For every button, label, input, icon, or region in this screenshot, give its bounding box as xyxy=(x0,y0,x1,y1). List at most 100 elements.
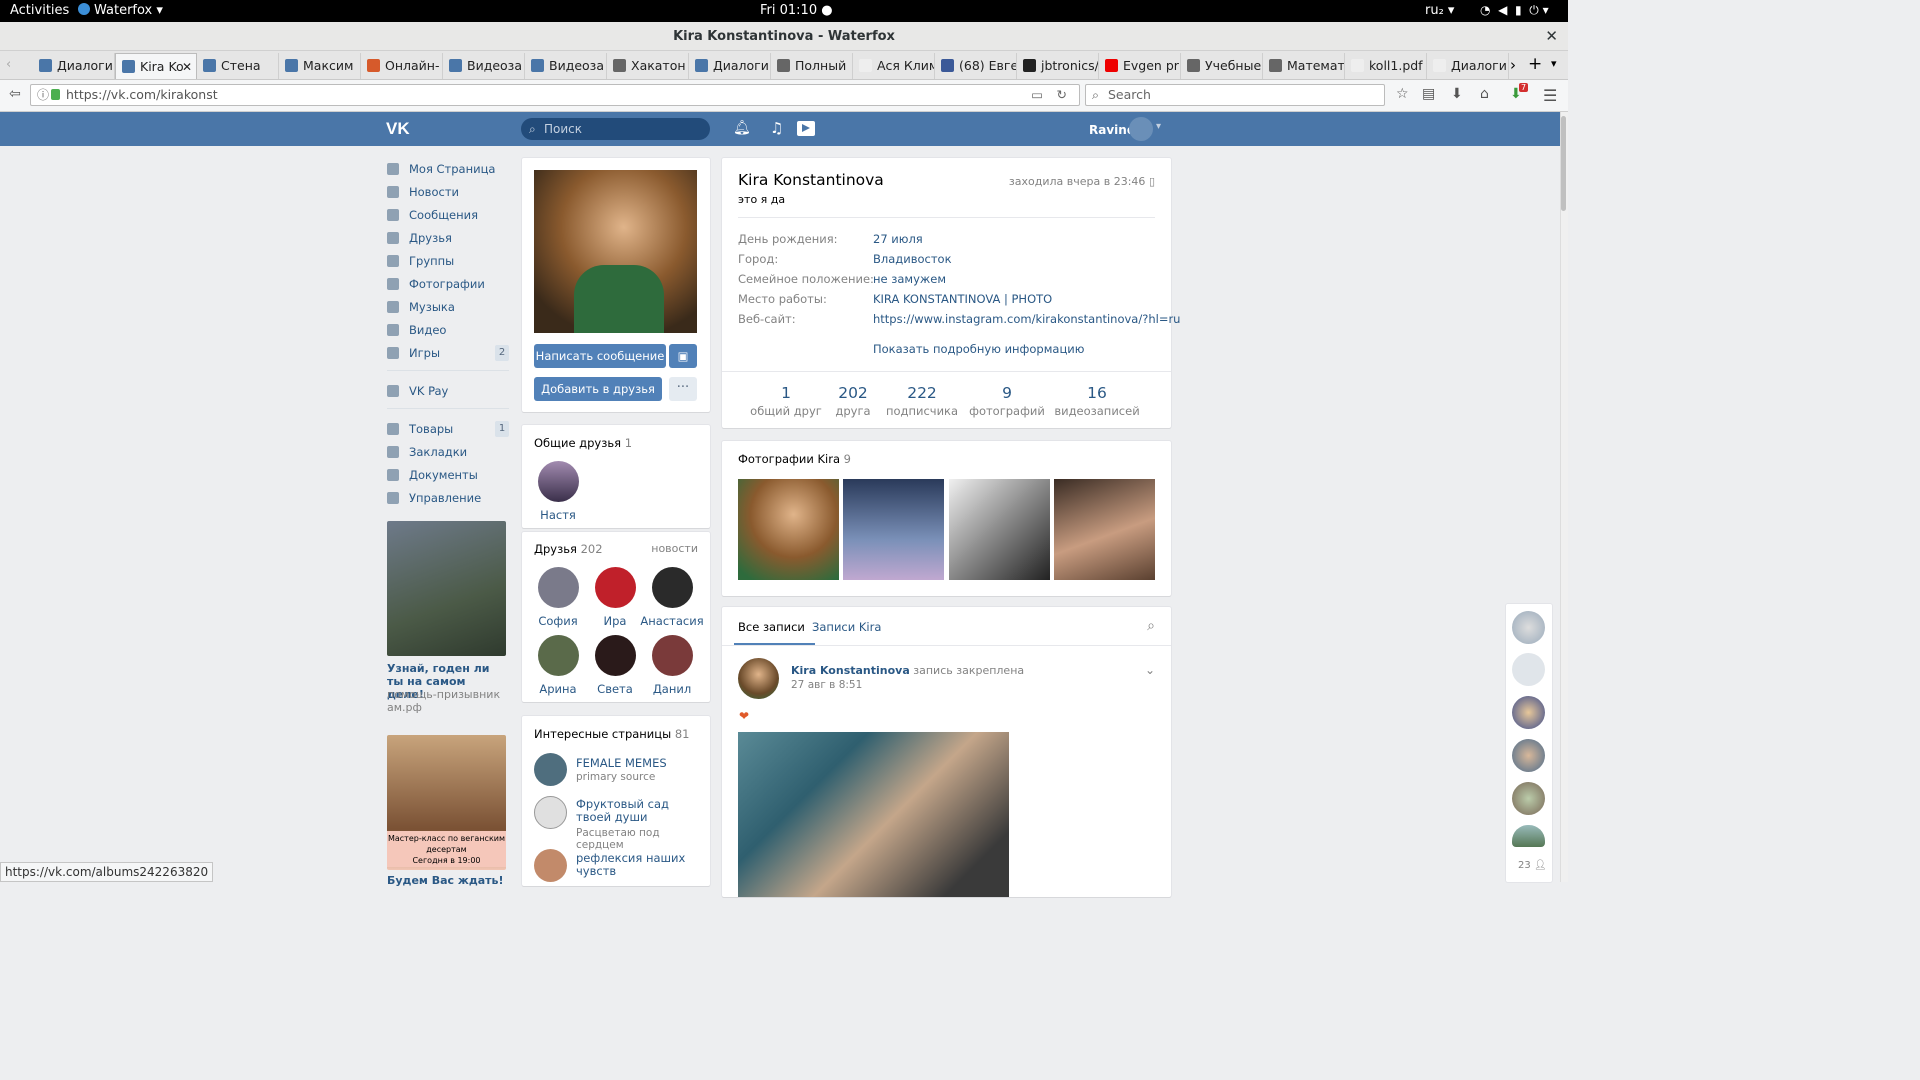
profile-field-value[interactable]: KIRA KONSTANTINOVA | PHOTO xyxy=(873,292,1052,306)
counter-label[interactable]: фотографий xyxy=(957,404,1057,418)
sidebar-item[interactable]: Управление xyxy=(387,487,509,509)
friend-name-nastya[interactable]: Настя xyxy=(523,508,593,522)
music-icon[interactable]: ♫ xyxy=(770,119,783,137)
app-menu[interactable]: Waterfox ▾ xyxy=(78,3,163,18)
ad-image-desserts[interactable]: Мастер-класс по веганским десертам Сегод… xyxy=(387,735,506,870)
interesting-title[interactable]: Интересные страницы xyxy=(534,727,671,741)
send-message-button[interactable]: Написать сообщение xyxy=(534,344,666,368)
system-tray[interactable]: ◔ ◀ ▮ ⏻ ▾ xyxy=(1480,3,1549,18)
chat-avatar-4[interactable] xyxy=(1512,739,1545,772)
tab-all-posts[interactable]: Все записи xyxy=(738,620,805,634)
profile-field-value[interactable]: не замужем xyxy=(873,272,946,286)
friend-avatar[interactable] xyxy=(538,567,579,608)
sidebar-item[interactable]: Друзья xyxy=(387,227,509,249)
page-name-fruit-garden[interactable]: Фруктовый сад твоей души xyxy=(576,798,701,824)
vk-user-avatar[interactable] xyxy=(1129,117,1153,141)
friend-avatar[interactable] xyxy=(595,635,636,676)
page-scrollbar[interactable] xyxy=(1560,112,1568,882)
tab-close-icon[interactable]: ✕ xyxy=(182,54,192,79)
page-avatar-fruit-garden[interactable] xyxy=(534,796,567,829)
friend-avatar[interactable] xyxy=(595,567,636,608)
more-actions-button[interactable]: ··· xyxy=(669,377,697,401)
page-name-female-memes[interactable]: FEMALE MEMES xyxy=(576,756,701,770)
vk-logo[interactable]: VK xyxy=(386,119,414,139)
post-date[interactable]: 27 авг в 8:51 xyxy=(791,679,862,691)
menu-hamburger-icon[interactable]: ☰ xyxy=(1543,86,1557,105)
downloads-icon[interactable]: ⬇ xyxy=(1451,86,1463,102)
browser-tab[interactable]: Ася Климан xyxy=(853,53,935,79)
browser-tab[interactable]: Kira Ko ✕ xyxy=(115,53,197,79)
sidebar-item[interactable]: Сообщения xyxy=(387,204,509,226)
profile-photo[interactable] xyxy=(534,170,697,333)
sidebar-item[interactable]: Закладки xyxy=(387,441,509,463)
chat-avatar-3[interactable] xyxy=(1512,696,1545,729)
post-author-name[interactable]: Kira Konstantinova xyxy=(791,664,910,677)
sidebar-item[interactable]: Моя Страница xyxy=(387,158,509,180)
activities-button[interactable]: Activities xyxy=(10,3,69,18)
profile-field-value[interactable]: Владивосток xyxy=(873,252,952,266)
browser-tab[interactable]: Учебные xyxy=(1181,53,1263,79)
chat-avatar-1[interactable] xyxy=(1512,611,1545,644)
profile-field-value[interactable]: https://www.instagram.com/kirakonstantin… xyxy=(873,312,1180,326)
browser-tab[interactable]: (68) Евге xyxy=(935,53,1017,79)
home-icon[interactable]: ⌂ xyxy=(1480,86,1489,102)
browser-tab[interactable]: Видеоза xyxy=(443,53,525,79)
photo-thumb-2[interactable] xyxy=(843,479,944,580)
sidebar-item[interactable]: Товары 1 xyxy=(387,418,509,440)
reload-icon[interactable]: ↻ xyxy=(1057,85,1067,105)
browser-tab[interactable]: Стена xyxy=(197,53,279,79)
back-icon[interactable]: ⇦ xyxy=(9,86,21,102)
library-icon[interactable]: ▤ xyxy=(1422,86,1435,102)
friend-avatar-nastya[interactable] xyxy=(538,461,579,502)
ad-image-soldier[interactable] xyxy=(387,521,506,656)
browser-tab[interactable]: Хакатон xyxy=(607,53,689,79)
friend-avatar[interactable] xyxy=(652,635,693,676)
photo-thumb-3[interactable] xyxy=(949,479,1050,580)
clock[interactable]: Fri 01:10 ● xyxy=(760,3,833,18)
page-avatar-female-memes[interactable] xyxy=(534,753,567,786)
page-scrollbar-thumb[interactable] xyxy=(1561,116,1566,211)
bookmark-star-icon[interactable]: ☆ xyxy=(1396,86,1409,102)
friend-name[interactable]: Данил xyxy=(637,682,707,696)
page-name-reflexia[interactable]: рефлексия наших чувств xyxy=(576,852,701,878)
search-bar[interactable]: ⌕ Search xyxy=(1085,84,1385,106)
sidebar-item[interactable]: VK Pay xyxy=(387,380,509,402)
add-friend-button[interactable]: Добавить в друзья xyxy=(534,377,662,401)
sidebar-item[interactable]: Группы xyxy=(387,250,509,272)
reader-view-icon[interactable]: ▭ xyxy=(1031,85,1043,105)
tabs-scroll-right-icon[interactable]: › xyxy=(1510,56,1516,74)
friend-avatar[interactable] xyxy=(538,635,579,676)
photo-thumb-1[interactable] xyxy=(738,479,839,580)
friends-news-link[interactable]: новости xyxy=(651,542,698,555)
browser-tab[interactable]: Диалоги xyxy=(689,53,771,79)
tab-list-icon[interactable]: ▾ xyxy=(1551,57,1557,70)
page-avatar-reflexia[interactable] xyxy=(534,849,567,882)
profile-field-value[interactable]: 27 июля xyxy=(873,232,923,246)
site-info-icon[interactable]: ⓘ xyxy=(37,85,49,105)
vk-search-input[interactable]: ⌕ Поиск xyxy=(521,118,710,140)
wall-search-icon[interactable]: ⌕ xyxy=(1147,618,1155,634)
chat-avatar-2[interactable] xyxy=(1512,653,1545,686)
tab-own-posts[interactable]: Записи Kira xyxy=(812,620,881,634)
sidebar-item[interactable]: Музыка xyxy=(387,296,509,318)
new-tab-icon[interactable]: + xyxy=(1528,54,1542,74)
browser-tab[interactable]: jbtronics/ xyxy=(1017,53,1099,79)
photo-thumb-4[interactable] xyxy=(1054,479,1155,580)
post-image[interactable] xyxy=(738,732,1009,897)
post-menu-chevron-icon[interactable]: ⌄ xyxy=(1145,663,1155,677)
post-author-avatar[interactable] xyxy=(738,658,779,699)
url-bar[interactable]: ⓘ https://vk.com/kirakonst ▭ ↻ xyxy=(30,84,1080,106)
chevron-down-icon[interactable]: ▾ xyxy=(1156,121,1161,132)
sidebar-item[interactable]: Видео xyxy=(387,319,509,341)
friend-name[interactable]: Анастасия xyxy=(637,614,707,628)
sidebar-item[interactable]: Новости xyxy=(387,181,509,203)
tabs-scroll-left-icon[interactable]: ‹ xyxy=(6,57,11,72)
common-friends-title[interactable]: Общие друзья xyxy=(534,436,621,450)
play-icon[interactable] xyxy=(797,121,815,136)
browser-tab[interactable]: Видеоза xyxy=(525,53,607,79)
gift-icon[interactable]: ▣ xyxy=(669,344,697,368)
chat-avatar-5[interactable] xyxy=(1512,782,1545,815)
browser-tab[interactable]: koll1.pdf xyxy=(1345,53,1427,79)
counter-label[interactable]: видеозаписей xyxy=(1047,404,1147,418)
notifications-bell-icon[interactable]: 🔔︎ xyxy=(733,120,751,136)
